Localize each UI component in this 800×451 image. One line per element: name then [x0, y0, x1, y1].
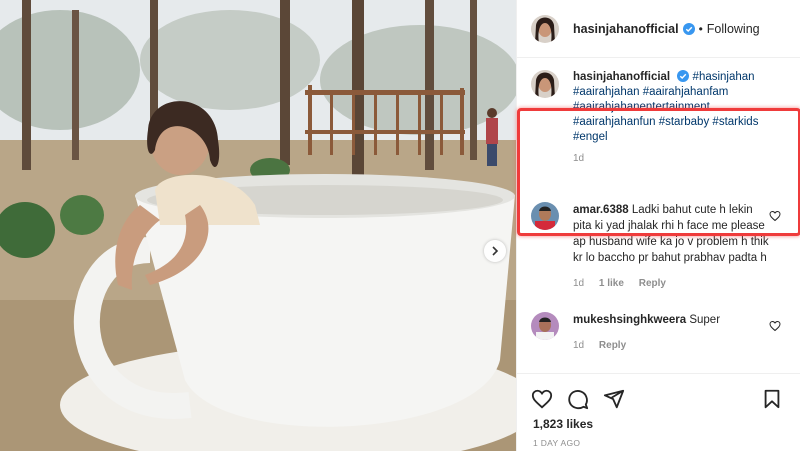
likes-count[interactable]: 1,823 likes [517, 410, 800, 431]
hashtag[interactable]: #starbaby [659, 116, 710, 128]
comment-age: 1d [573, 278, 585, 289]
caption-text: hasinjahanofficial #hasinjahan #aairahja… [573, 70, 773, 166]
heart-icon[interactable] [531, 388, 553, 410]
verified-badge-icon [677, 70, 690, 82]
caption-username[interactable]: hasinjahanofficial [573, 71, 670, 83]
avatar[interactable] [531, 70, 559, 98]
post-actions: 1,823 likes 1 DAY AGO [517, 373, 800, 451]
verified-badge-icon [682, 22, 695, 35]
post-timestamp: 1 DAY AGO [533, 438, 581, 448]
header-username[interactable]: hasinjahanofficial [573, 22, 679, 36]
comment-age: 1d [573, 340, 585, 351]
comment-username[interactable]: amar.6388 [573, 204, 629, 216]
comment-item: amar.6388 Ladki bahut cute h lekin pita … [517, 202, 800, 292]
post-sidebar: hasinjahanofficial • Following hasinjaha… [516, 0, 800, 451]
caption-age: 1d [573, 153, 585, 164]
hashtag[interactable]: #aairahjahanentertainment [573, 101, 710, 113]
reply-button[interactable]: Reply [599, 340, 626, 351]
caption-meta: 1d [573, 151, 773, 166]
hashtag[interactable]: #aairahjahanfam [643, 86, 729, 98]
hashtag[interactable]: #aairahjahanfun [573, 116, 656, 128]
reply-button[interactable]: Reply [639, 278, 666, 289]
following-button[interactable]: Following [707, 22, 760, 36]
heart-icon[interactable] [769, 320, 781, 332]
heart-icon[interactable] [769, 210, 781, 222]
comment-item: mukeshsinghkweera Super 1d Reply [517, 312, 800, 354]
post-header: hasinjahanofficial • Following [517, 0, 800, 58]
hashtag[interactable]: #aairahjahan [573, 86, 640, 98]
next-photo-button[interactable] [484, 240, 506, 262]
chevron-right-icon [492, 246, 499, 256]
comment-meta: 1d 1 like Reply [573, 276, 769, 292]
bookmark-icon[interactable] [761, 388, 783, 410]
comment-text: mukeshsinghkweera Super 1d Reply [573, 312, 769, 354]
separator-dot: • [698, 21, 703, 36]
comment-likes[interactable]: 1 like [599, 278, 624, 289]
hashtag[interactable]: #hasinjahan [693, 71, 755, 83]
comment-text: amar.6388 Ladki bahut cute h lekin pita … [573, 202, 769, 292]
post-photo[interactable] [0, 0, 516, 451]
avatar[interactable] [531, 202, 559, 230]
comment-body: Super [689, 314, 721, 326]
photo-scene [0, 0, 516, 451]
comments-list: hasinjahanofficial #hasinjahan #aairahja… [517, 70, 800, 354]
paper-plane-icon[interactable] [603, 388, 625, 410]
comment-meta: 1d Reply [573, 338, 769, 354]
comment-bubble-icon[interactable] [567, 388, 589, 410]
hashtag[interactable]: #engel [573, 131, 608, 143]
action-icons [517, 374, 800, 410]
hashtag[interactable]: #starkids [712, 116, 758, 128]
avatar[interactable] [531, 14, 559, 43]
avatar[interactable] [531, 312, 559, 340]
comment-username[interactable]: mukeshsinghkweera [573, 314, 686, 326]
caption: hasinjahanofficial #hasinjahan #aairahja… [517, 70, 800, 166]
